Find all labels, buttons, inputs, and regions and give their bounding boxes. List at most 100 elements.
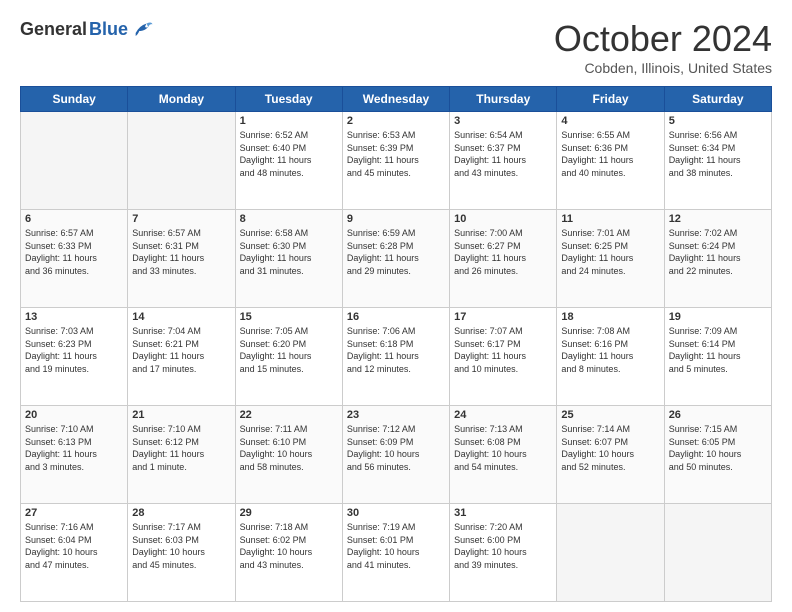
day-number: 29 — [240, 507, 338, 519]
calendar-cell: 8Sunrise: 6:58 AM Sunset: 6:30 PM Daylig… — [235, 210, 342, 308]
cell-content: Sunrise: 6:58 AM Sunset: 6:30 PM Dayligh… — [240, 227, 338, 277]
cell-content: Sunrise: 7:09 AM Sunset: 6:14 PM Dayligh… — [669, 325, 767, 375]
day-number: 21 — [132, 409, 230, 421]
calendar-cell: 2Sunrise: 6:53 AM Sunset: 6:39 PM Daylig… — [342, 112, 449, 210]
cell-content: Sunrise: 7:01 AM Sunset: 6:25 PM Dayligh… — [561, 227, 659, 277]
day-number: 15 — [240, 311, 338, 323]
calendar-cell: 30 Sunrise: 7:19 AM Sunset: 6:01 PM Dayli… — [342, 504, 449, 602]
cell-content: Sunrise: 7:14 AM Sunset: 6:07 PM Dayligh… — [561, 423, 659, 473]
day-number: 17 — [454, 311, 552, 323]
header: GeneralBlue October 2024 Cobden, Illinoi… — [20, 18, 772, 76]
day-number: 31 — [454, 507, 552, 519]
calendar-table: SundayMondayTuesdayWednesdayThursdayFrid… — [20, 86, 772, 602]
logo-bird-icon — [132, 18, 154, 40]
calendar-cell: 6Sunrise: 6:57 AM Sunset: 6:33 PM Daylig… — [21, 210, 128, 308]
day-number: 24 — [454, 409, 552, 421]
day-header-saturday: Saturday — [664, 87, 771, 112]
day-number: 30 — [347, 507, 445, 519]
cell-content: Sunrise: 6:53 AM Sunset: 6:39 PM Dayligh… — [347, 129, 445, 179]
calendar-cell: 21 Sunrise: 7:10 AM Sunset: 6:12 PM Dayli… — [128, 406, 235, 504]
calendar-cell: 28 Sunrise: 7:17 AM Sunset: 6:03 PM Dayli… — [128, 504, 235, 602]
cell-content: Sunrise: 6:57 AM Sunset: 6:31 PM Dayligh… — [132, 227, 230, 277]
logo-blue: Blue — [89, 19, 128, 40]
cell-content: Sunrise: 7:18 AM Sunset: 6:02 PM Dayligh… — [240, 521, 338, 571]
day-number: 3 — [454, 115, 552, 127]
day-header-wednesday: Wednesday — [342, 87, 449, 112]
day-number: 14 — [132, 311, 230, 323]
calendar-header-row: SundayMondayTuesdayWednesdayThursdayFrid… — [21, 87, 772, 112]
cell-content: Sunrise: 7:15 AM Sunset: 6:05 PM Dayligh… — [669, 423, 767, 473]
calendar-cell: 14 Sunrise: 7:04 AM Sunset: 6:21 PM Dayli… — [128, 308, 235, 406]
calendar-cell — [128, 112, 235, 210]
calendar-cell — [664, 504, 771, 602]
calendar-cell — [557, 504, 664, 602]
logo-text: GeneralBlue — [20, 18, 154, 40]
cell-content: Sunrise: 6:52 AM Sunset: 6:40 PM Dayligh… — [240, 129, 338, 179]
logo: GeneralBlue — [20, 18, 154, 40]
calendar-cell: 3 Sunrise: 6:54 AM Sunset: 6:37 PM Daylig… — [450, 112, 557, 210]
day-number: 28 — [132, 507, 230, 519]
cell-content: Sunrise: 7:12 AM Sunset: 6:09 PM Dayligh… — [347, 423, 445, 473]
day-number: 11 — [561, 213, 659, 225]
calendar-cell: 5 Sunrise: 6:56 AM Sunset: 6:34 PM Daylig… — [664, 112, 771, 210]
day-number: 12 — [669, 213, 767, 225]
calendar-cell: 27Sunrise: 7:16 AM Sunset: 6:04 PM Dayli… — [21, 504, 128, 602]
day-header-tuesday: Tuesday — [235, 87, 342, 112]
day-number: 23 — [347, 409, 445, 421]
calendar-cell: 13Sunrise: 7:03 AM Sunset: 6:23 PM Dayli… — [21, 308, 128, 406]
title-section: October 2024 Cobden, Illinois, United St… — [554, 18, 772, 76]
calendar-cell: 7 Sunrise: 6:57 AM Sunset: 6:31 PM Daylig… — [128, 210, 235, 308]
cell-content: Sunrise: 7:10 AM Sunset: 6:12 PM Dayligh… — [132, 423, 230, 473]
cell-content: Sunrise: 7:10 AM Sunset: 6:13 PM Dayligh… — [25, 423, 123, 473]
cell-content: Sunrise: 7:07 AM Sunset: 6:17 PM Dayligh… — [454, 325, 552, 375]
cell-content: Sunrise: 7:13 AM Sunset: 6:08 PM Dayligh… — [454, 423, 552, 473]
calendar-cell: 12Sunrise: 7:02 AM Sunset: 6:24 PM Dayli… — [664, 210, 771, 308]
week-row-4: 20 Sunrise: 7:10 AM Sunset: 6:13 PM Dayli… — [21, 406, 772, 504]
day-number: 18 — [561, 311, 659, 323]
day-number: 20 — [25, 409, 123, 421]
page: GeneralBlue October 2024 Cobden, Illinoi… — [0, 0, 792, 612]
calendar-cell: 26Sunrise: 7:15 AM Sunset: 6:05 PM Dayli… — [664, 406, 771, 504]
cell-content: Sunrise: 7:16 AM Sunset: 6:04 PM Dayligh… — [25, 521, 123, 571]
day-number: 1 — [240, 115, 338, 127]
cell-content: Sunrise: 6:55 AM Sunset: 6:36 PM Dayligh… — [561, 129, 659, 179]
day-header-monday: Monday — [128, 87, 235, 112]
cell-content: Sunrise: 6:59 AM Sunset: 6:28 PM Dayligh… — [347, 227, 445, 277]
day-number: 6 — [25, 213, 123, 225]
cell-content: Sunrise: 7:20 AM Sunset: 6:00 PM Dayligh… — [454, 521, 552, 571]
day-header-friday: Friday — [557, 87, 664, 112]
day-number: 5 — [669, 115, 767, 127]
day-number: 25 — [561, 409, 659, 421]
week-row-2: 6Sunrise: 6:57 AM Sunset: 6:33 PM Daylig… — [21, 210, 772, 308]
cell-content: Sunrise: 7:19 AM Sunset: 6:01 PM Dayligh… — [347, 521, 445, 571]
cell-content: Sunrise: 7:17 AM Sunset: 6:03 PM Dayligh… — [132, 521, 230, 571]
cell-content: Sunrise: 7:11 AM Sunset: 6:10 PM Dayligh… — [240, 423, 338, 473]
day-number: 16 — [347, 311, 445, 323]
day-number: 13 — [25, 311, 123, 323]
calendar-cell — [21, 112, 128, 210]
calendar-cell: 9 Sunrise: 6:59 AM Sunset: 6:28 PM Daylig… — [342, 210, 449, 308]
week-row-1: 1 Sunrise: 6:52 AM Sunset: 6:40 PM Daylig… — [21, 112, 772, 210]
calendar-cell: 18Sunrise: 7:08 AM Sunset: 6:16 PM Dayli… — [557, 308, 664, 406]
calendar-cell: 10 Sunrise: 7:00 AM Sunset: 6:27 PM Dayli… — [450, 210, 557, 308]
month-title: October 2024 — [554, 18, 772, 60]
day-number: 9 — [347, 213, 445, 225]
calendar-cell: 24 Sunrise: 7:13 AM Sunset: 6:08 PM Dayli… — [450, 406, 557, 504]
day-header-sunday: Sunday — [21, 87, 128, 112]
cell-content: Sunrise: 7:00 AM Sunset: 6:27 PM Dayligh… — [454, 227, 552, 277]
calendar-cell: 23 Sunrise: 7:12 AM Sunset: 6:09 PM Dayli… — [342, 406, 449, 504]
day-number: 7 — [132, 213, 230, 225]
day-number: 10 — [454, 213, 552, 225]
week-row-5: 27Sunrise: 7:16 AM Sunset: 6:04 PM Dayli… — [21, 504, 772, 602]
cell-content: Sunrise: 7:04 AM Sunset: 6:21 PM Dayligh… — [132, 325, 230, 375]
logo-general: General — [20, 19, 87, 40]
location: Cobden, Illinois, United States — [554, 60, 772, 76]
calendar-cell: 16Sunrise: 7:06 AM Sunset: 6:18 PM Dayli… — [342, 308, 449, 406]
calendar-cell: 20 Sunrise: 7:10 AM Sunset: 6:13 PM Dayli… — [21, 406, 128, 504]
cell-content: Sunrise: 6:54 AM Sunset: 6:37 PM Dayligh… — [454, 129, 552, 179]
calendar-cell: 1 Sunrise: 6:52 AM Sunset: 6:40 PM Daylig… — [235, 112, 342, 210]
cell-content: Sunrise: 6:56 AM Sunset: 6:34 PM Dayligh… — [669, 129, 767, 179]
calendar-cell: 31 Sunrise: 7:20 AM Sunset: 6:00 PM Dayli… — [450, 504, 557, 602]
calendar-cell: 4Sunrise: 6:55 AM Sunset: 6:36 PM Daylig… — [557, 112, 664, 210]
calendar-cell: 25 Sunrise: 7:14 AM Sunset: 6:07 PM Dayli… — [557, 406, 664, 504]
